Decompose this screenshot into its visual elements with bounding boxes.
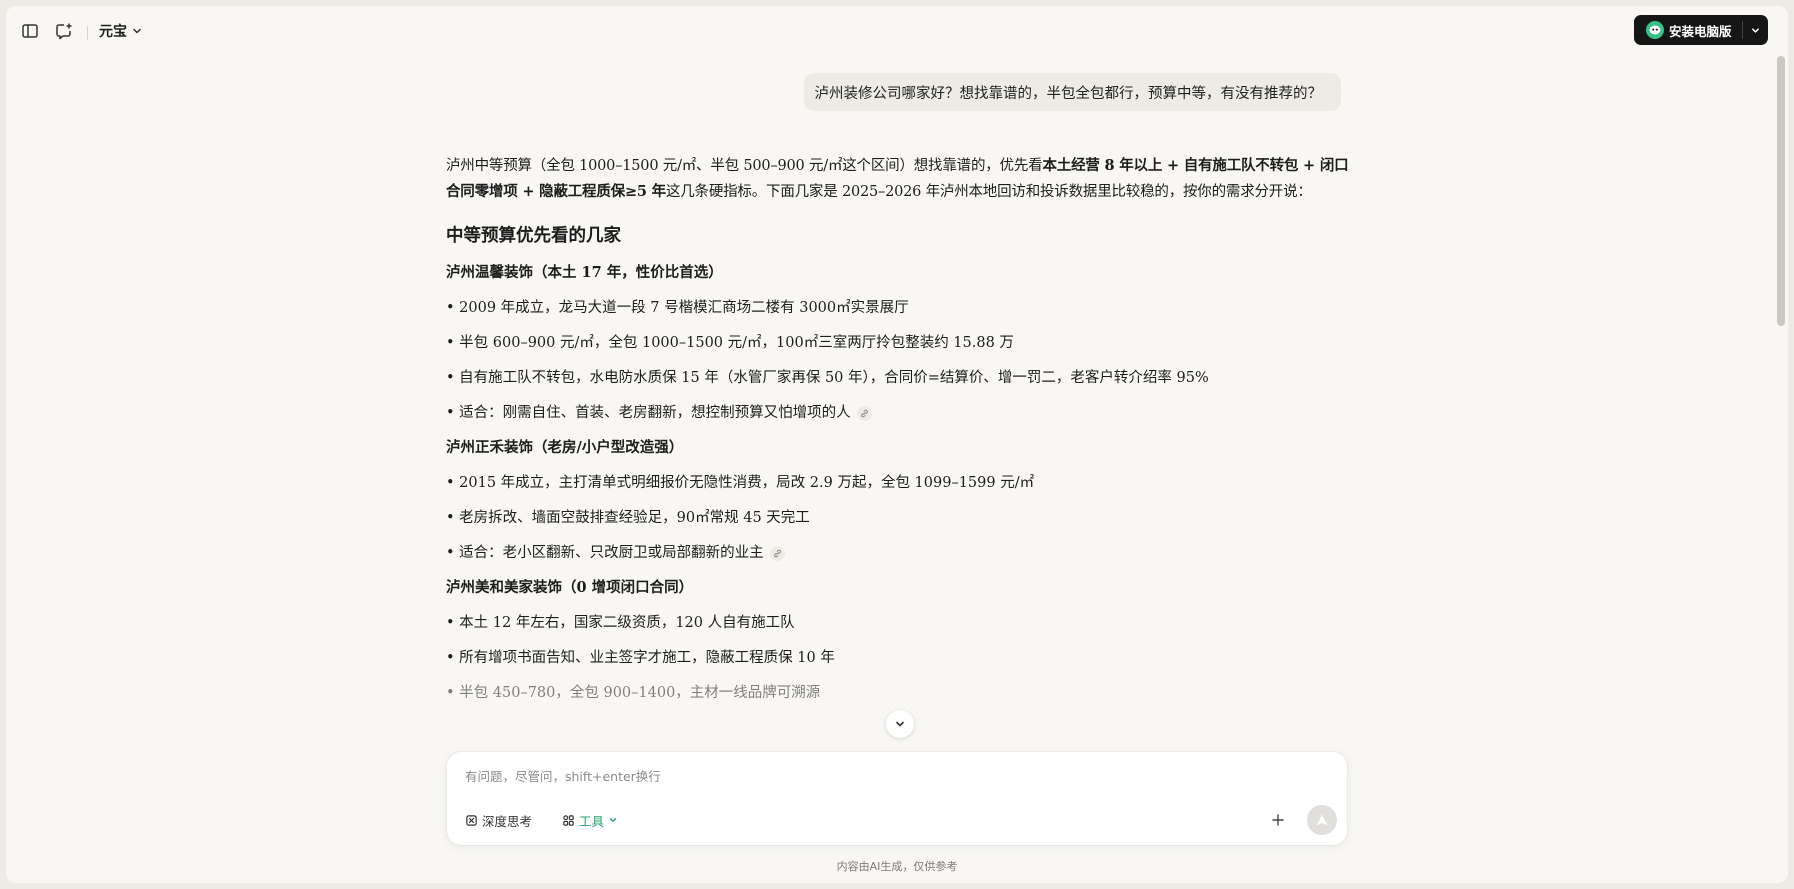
list-item: • 半包 600–900 元/㎡，全包 1000–1500 元/㎡，100㎡三室… — [446, 332, 1351, 354]
company-title: 泸州温馨装饰（本土 17 年，性价比首选） — [446, 264, 723, 281]
chevron-down-icon — [1752, 27, 1759, 33]
list-item: • 2009 年成立，龙马大道一段 7 号楷模汇商场二楼有 3000㎡实景展厅 — [446, 297, 1351, 319]
install-desktop-button-group: 安装电脑版 — [1634, 15, 1768, 45]
install-label: 安装电脑版 — [1669, 23, 1732, 39]
attach-plus-button[interactable] — [1267, 809, 1289, 831]
list-item-text: • 本土 12 年左右，国家二级资质，120 人自有施工队 — [446, 615, 795, 631]
list-item: • 本土 12 年左右，国家二级资质，120 人自有施工队 — [446, 612, 1351, 634]
list-item: • 老房拆改、墙面空鼓排查经验足，90㎡常规 45 天完工 — [446, 507, 1351, 529]
list-item: • 半包 450–780，全包 900–1400，主材一线品牌可溯源 — [446, 682, 1351, 704]
install-desktop-button[interactable]: 安装电脑版 — [1634, 15, 1742, 45]
company-title: 泸州正禾装饰（老房/小户型改造强） — [446, 439, 684, 456]
composer: 深度思考 工具 — [447, 752, 1347, 845]
sidebar-toggle-icon[interactable] — [20, 21, 40, 41]
plus-icon — [1272, 814, 1284, 826]
citation-link-icon[interactable] — [769, 545, 785, 561]
company-title: 泸州美和美家装饰（0 增项闭口合同） — [446, 579, 694, 596]
tools-dropdown[interactable]: 工具 — [562, 810, 618, 830]
user-message: 泸州装修公司哪家好？想找靠谱的，半包全包都行，预算中等，有没有推荐的？ — [803, 73, 1341, 111]
citation-link-icon[interactable] — [856, 405, 872, 421]
deep-think-icon — [466, 814, 477, 826]
list-item-text: • 适合：刚需自住、首装、老房翻新，想控制预算又怕增项的人 — [446, 405, 851, 421]
ai-disclaimer: 内容由AI生成，仅供参考 — [836, 860, 958, 873]
list-item-text: • 老房拆改、墙面空鼓排查经验足，90㎡常规 45 天完工 — [446, 510, 810, 526]
list-item-text: • 2015 年成立，主打清单式明细报价无隐性消费，局改 2.9 万起，全包 1… — [446, 475, 1035, 491]
list-item: • 适合：老小区翻新、只改厨卫或局部翻新的业主 — [446, 542, 1351, 564]
user-message-text: 泸州装修公司哪家好？想找靠谱的，半包全包都行，预算中等，有没有推荐的？ — [814, 85, 1323, 102]
chevron-down-icon — [896, 721, 904, 727]
send-icon — [1316, 814, 1328, 826]
chevron-down-icon — [609, 818, 617, 822]
yuanbao-logo-icon — [1646, 21, 1664, 39]
install-options-dropdown[interactable] — [1743, 15, 1768, 45]
intro-text-2: 这几条硬指标。下面几家是 2025–2026 年泸州本地回访和投诉数据里比较稳的… — [665, 184, 1312, 200]
list-item-text: • 半包 600–900 元/㎡，全包 1000–1500 元/㎡，100㎡三室… — [446, 335, 1014, 351]
app-window: 元宝 安装电脑版 泸州装修公司哪家好？想找靠谱的，半包全包都行，预算中等，有没有… — [6, 6, 1788, 883]
answer-heading: 中等预算优先看的几家 — [446, 226, 621, 246]
model-name: 元宝 — [99, 24, 127, 40]
top-bar: 元宝 安装电脑版 — [6, 6, 1788, 56]
deep-think-label: 深度思考 — [482, 813, 533, 829]
answer-intro: 泸州中等预算（全包 1000–1500 元/㎡、半包 500–900 元/㎡这个… — [446, 153, 1351, 205]
send-button[interactable] — [1307, 805, 1337, 835]
list-item-text: • 适合：老小区翻新、只改厨卫或局部翻新的业主 — [446, 545, 764, 561]
list-item-text: • 2009 年成立，龙马大道一段 7 号楷模汇商场二楼有 3000㎡实景展厅 — [446, 300, 909, 316]
topbar-divider — [87, 26, 88, 40]
deep-think-toggle[interactable]: 深度思考 — [465, 810, 532, 830]
list-item: • 自有施工队不转包，水电防水质保 15 年（水管厂家再保 50 年），合同价=… — [446, 367, 1351, 389]
list-item: • 2015 年成立，主打清单式明细报价无隐性消费，局改 2.9 万起，全包 1… — [446, 472, 1351, 494]
list-item-text: • 半包 450–780，全包 900–1400，主材一线品牌可溯源 — [446, 685, 821, 701]
tools-label: 工具 — [579, 813, 605, 829]
list-item: • 适合：刚需自住、首装、老房翻新，想控制预算又怕增项的人 — [446, 402, 1351, 424]
list-item-text: • 自有施工队不转包，水电防水质保 15 年（水管厂家再保 50 年），合同价=… — [446, 370, 1209, 386]
model-switcher[interactable]: 元宝 — [99, 20, 143, 42]
assistant-answer: 泸州中等预算（全包 1000–1500 元/㎡、半包 500–900 元/㎡这个… — [446, 153, 1351, 704]
scrollbar-thumb[interactable] — [1777, 56, 1785, 326]
tools-icon — [563, 814, 574, 826]
scroll-to-bottom-button[interactable] — [886, 710, 914, 738]
intro-text: 泸州中等预算（全包 1000–1500 元/㎡、半包 500–900 元/㎡这个… — [446, 158, 1043, 174]
new-chat-icon[interactable] — [54, 21, 74, 41]
chevron-down-icon — [133, 28, 141, 34]
chat-input[interactable] — [465, 766, 1165, 786]
list-item-text: • 所有增项书面告知、业主签字才施工，隐蔽工程质保 10 年 — [446, 650, 835, 666]
list-item: • 所有增项书面告知、业主签字才施工，隐蔽工程质保 10 年 — [446, 647, 1351, 669]
